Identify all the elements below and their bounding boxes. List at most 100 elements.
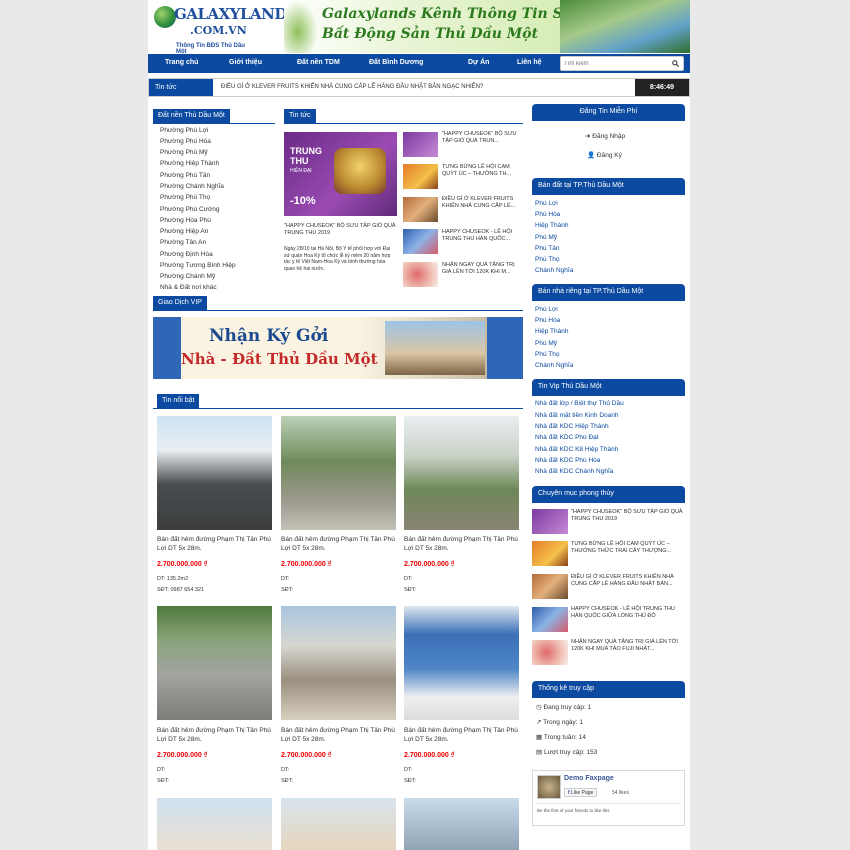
- site-logo[interactable]: GALAXYLANDS .COM.VN Thông Tin BĐS Thủ Dầ…: [152, 2, 298, 55]
- fengshui-thumb[interactable]: [532, 541, 568, 566]
- house-link[interactable]: Phú Mỹ: [535, 340, 557, 347]
- land-link[interactable]: Phú Hòa: [535, 211, 560, 218]
- listing-image[interactable]: [404, 606, 519, 720]
- left-menu-item[interactable]: Phường Phú Mỹ: [160, 149, 208, 156]
- listing-title[interactable]: Bán đất hẻm đường Phạm Thị Tân Phú Lợi D…: [281, 535, 396, 553]
- vip-link[interactable]: Nhà đất KDC Phú Đạt: [535, 434, 599, 441]
- left-menu-item[interactable]: Phường Định Hòa: [160, 251, 213, 258]
- calendar-icon: ▦: [536, 734, 543, 741]
- left-menu-item[interactable]: Phường Hiệp Thành: [160, 160, 219, 167]
- listing-image[interactable]: [281, 606, 396, 720]
- news-thumb[interactable]: [403, 262, 438, 287]
- land-link[interactable]: Phú Mỹ: [535, 234, 557, 241]
- vip-link[interactable]: Nhà đất KDC Chánh Nghĩa: [535, 468, 613, 475]
- news-side-item[interactable]: ĐIỀU GÌ Ở KLEVER FRUITS KHIẾN NHÀ CUNG C…: [442, 196, 522, 210]
- login-link[interactable]: ➜ Đăng Nhập: [585, 132, 625, 140]
- listing-title[interactable]: Bán đất hẻm đường Phạm Thị Tân Phú Lợi D…: [157, 726, 272, 744]
- nav-about[interactable]: Giới thiệu: [229, 59, 262, 66]
- news-thumb[interactable]: [403, 229, 438, 254]
- fengshui-thumb[interactable]: [532, 574, 568, 599]
- listing-phone: SĐT:: [404, 778, 416, 784]
- signup-link[interactable]: 👤 Đăng Ký: [587, 151, 622, 159]
- house-link[interactable]: Chánh Nghĩa: [535, 362, 573, 369]
- land-link[interactable]: Phú Lợi: [535, 200, 558, 207]
- search-input[interactable]: [561, 57, 669, 70]
- facebook-widget[interactable]: Demo Faxpage f Like Page 54 likes Be the…: [532, 770, 685, 826]
- left-menu-item[interactable]: Phường Hiệp An: [160, 228, 208, 235]
- fengshui-thumb[interactable]: [532, 640, 568, 665]
- vip-link[interactable]: Nhà đất KDC K8 Hiệp Thành: [535, 446, 618, 453]
- nav-projects[interactable]: Dự Án: [468, 59, 489, 66]
- house-link[interactable]: Phú Thọ: [535, 351, 559, 358]
- fengshui-thumb[interactable]: [532, 607, 568, 632]
- news-side-item[interactable]: HAPPY CHUSEOK - LỄ HỘI TRUNG THU HÀN QUỐ…: [442, 229, 522, 243]
- left-menu-item[interactable]: Phường Tân An: [160, 239, 206, 246]
- fengshui-item[interactable]: HAPPY CHUSEOK - LỄ HỘI TRUNG THU HÀN QUỐ…: [571, 606, 686, 620]
- search-icon[interactable]: [672, 60, 679, 67]
- fb-page-name[interactable]: Demo Faxpage: [564, 775, 614, 782]
- fb-like-button[interactable]: f Like Page: [564, 788, 598, 797]
- left-menu-item[interactable]: Phường Phú Lợi: [160, 127, 208, 134]
- house-link[interactable]: Hiệp Thành: [535, 328, 569, 335]
- ticker-text[interactable]: ĐIỀU GÌ Ở KLEVER FRUITS KHIẾN NHÀ CUNG C…: [221, 84, 483, 90]
- listing-image[interactable]: [281, 798, 396, 850]
- news-thumb[interactable]: [403, 132, 438, 157]
- listing-image[interactable]: [404, 798, 519, 850]
- listing-title[interactable]: Bán đất hẻm đường Phạm Thị Tân Phú Lợi D…: [404, 535, 519, 553]
- fengshui-item[interactable]: "HAPPY CHUSEOK" BỘ SƯU TẬP GIỎ QUÀ TRUNG…: [571, 509, 686, 523]
- house-link[interactable]: Phú Lợi: [535, 306, 558, 313]
- news-side-item[interactable]: "HAPPY CHUSEOK" BỘ SƯU TẬP GIỎ QUÀ TRUN.…: [442, 131, 522, 145]
- left-menu-item[interactable]: Phường Phú Hòa: [160, 138, 211, 145]
- news-side-item[interactable]: TƯNG BỪNG LỄ HỘI CAM QUÝT ÚC – THƯỞNG TH…: [442, 164, 522, 178]
- listing-price: 2.700.000.000 ₫: [157, 752, 208, 759]
- listing-image[interactable]: [157, 416, 272, 530]
- ticker-label: Tin tức: [149, 79, 213, 96]
- nav-land-binhduong[interactable]: Đất Bình Dương: [369, 59, 423, 66]
- left-menu-item[interactable]: Phường Chánh Nghĩa: [160, 183, 224, 190]
- fengshui-item[interactable]: TƯNG BỪNG LỄ HỘI CAM QUÝT ÚC – THƯỞNG TH…: [571, 541, 686, 555]
- fengshui-thumb[interactable]: [532, 509, 568, 534]
- nav-home[interactable]: Trang chủ: [165, 59, 198, 66]
- listing-title[interactable]: Bán đất hẻm đường Phạm Thị Tân Phú Lợi D…: [281, 726, 396, 744]
- vip-link[interactable]: Nhà đất KDC Hiệp Thành: [535, 423, 609, 430]
- area-label: DT:: [404, 576, 413, 582]
- news-thumb[interactable]: [403, 197, 438, 222]
- listing-image[interactable]: [281, 416, 396, 530]
- banner-line2: Bất Động Sản Thủ Dầu Một: [322, 26, 539, 42]
- news-main-title[interactable]: "HAPPY CHUSEOK" BỘ SƯU TẬP GIỎ QUÀ TRUNG…: [284, 223, 396, 237]
- left-menu-item[interactable]: Phường Hòa Phú: [160, 217, 211, 224]
- news-thumb[interactable]: [403, 164, 438, 189]
- news-side-item[interactable]: NHẬN NGAY QUÀ TẶNG TRỊ GIÁ LÊN TỚI 120K …: [442, 262, 522, 276]
- area-label: DT:: [404, 767, 413, 773]
- listing-title[interactable]: Bán đất hẻm đường Phạm Thị Tân Phú Lợi D…: [404, 726, 519, 744]
- left-menu-item[interactable]: Phường Phú Thọ: [160, 194, 210, 201]
- listing-area: DT:: [157, 767, 165, 773]
- vip-list-title: Tin Vip Thủ Dầu Một: [532, 379, 685, 396]
- house-link[interactable]: Phú Hòa: [535, 317, 560, 324]
- listing-image[interactable]: [157, 606, 272, 720]
- vip-link[interactable]: Nhà đất mặt tiền Kinh Doanh: [535, 412, 618, 419]
- left-menu-item[interactable]: Nhà & Đất nơi khác: [160, 284, 217, 291]
- vip-link[interactable]: Nhà đất KDC Phú Hòa: [535, 457, 600, 464]
- fengshui-item[interactable]: NHẬN NGAY QUÀ TẶNG TRỊ GIÁ LÊN TỚI 120K …: [571, 639, 686, 653]
- land-link[interactable]: Phú Tân: [535, 245, 559, 252]
- left-menu-item[interactable]: Phường Chánh Mỹ: [160, 273, 215, 280]
- vip-link[interactable]: Nhà đất lớp / Biệt thự Thủ Dầu: [535, 400, 624, 407]
- logo-line2: .COM.VN: [190, 24, 247, 37]
- land-link[interactable]: Phú Thọ: [535, 256, 559, 263]
- nav-land-tdm[interactable]: Đất nền TDM: [297, 59, 340, 66]
- listing-image[interactable]: [404, 416, 519, 530]
- register-title: Đăng Tin Miễn Phí: [532, 104, 685, 121]
- listing-image[interactable]: [157, 798, 272, 850]
- left-menu-item[interactable]: Phường Phú Cường: [160, 206, 220, 213]
- nav-contact[interactable]: Liên hệ: [517, 59, 542, 66]
- news-main-image[interactable]: TRUNG THU HIỆN ĐẠI -10%: [284, 132, 397, 216]
- land-link[interactable]: Chánh Nghĩa: [535, 267, 573, 274]
- left-menu-item[interactable]: Phường Tương Bình Hiệp: [160, 262, 236, 269]
- vip-banner[interactable]: Nhận Ký Gởi Nhà - Đất Thủ Dầu Một: [153, 317, 523, 379]
- land-link[interactable]: Hiệp Thành: [535, 222, 569, 229]
- left-menu-item[interactable]: Phường Phú Tân: [160, 172, 210, 179]
- fengshui-item[interactable]: ĐIỀU GÌ Ở KLEVER FRUITS KHIẾN NHÀ CUNG C…: [571, 574, 686, 588]
- listing-title[interactable]: Bán đất hẻm đường Phạm Thị Tân Phú Lợi D…: [157, 535, 272, 553]
- listing-phone: SĐT:: [157, 778, 169, 784]
